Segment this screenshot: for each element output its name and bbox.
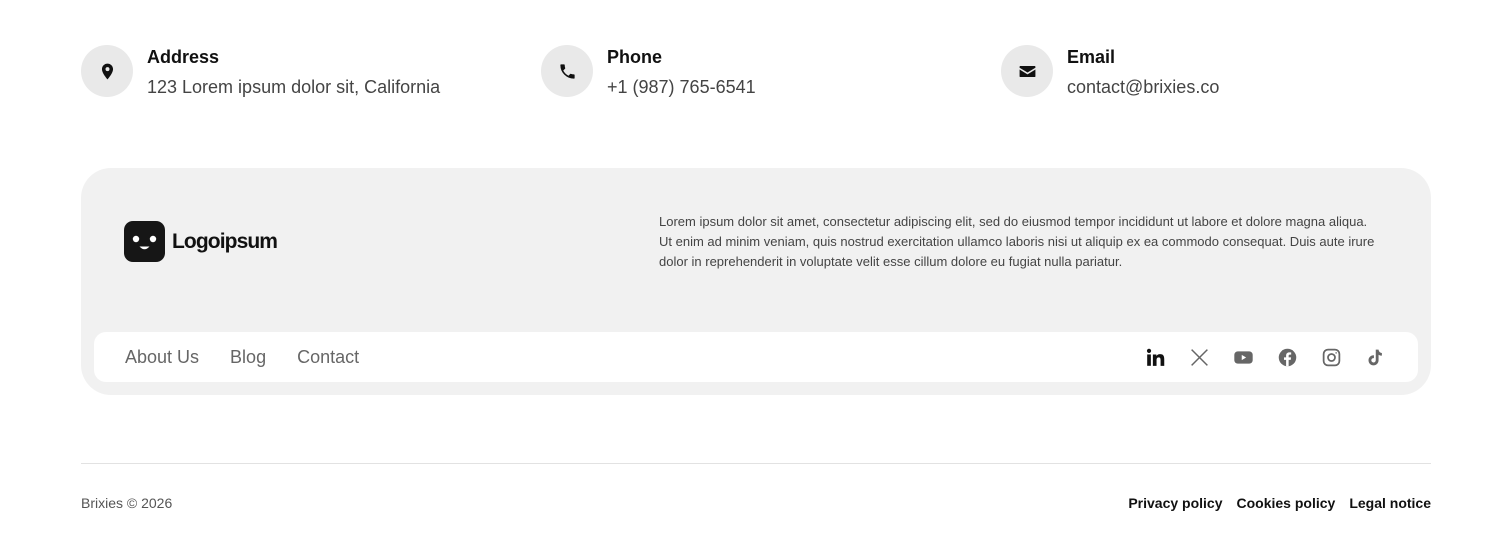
contact-email: Email contact@brixies.co	[1001, 45, 1219, 97]
logo-mark-icon	[124, 221, 165, 262]
legal-links: Privacy policy Cookies policy Legal noti…	[1114, 494, 1431, 512]
footer-card: Logoipsum Lorem ipsum dolor sit amet, co…	[81, 168, 1431, 395]
x-icon[interactable]	[1188, 346, 1210, 368]
contact-phone: Phone +1 (987) 765-6541	[541, 45, 756, 97]
nav-link-about-us[interactable]: About Us	[125, 347, 199, 368]
tiktok-icon[interactable]	[1364, 346, 1386, 368]
logo[interactable]: Logoipsum	[124, 221, 278, 262]
map-pin-icon	[81, 45, 133, 97]
instagram-icon[interactable]	[1320, 346, 1342, 368]
contact-value[interactable]: contact@brixies.co	[1067, 76, 1219, 98]
divider	[81, 463, 1431, 464]
logo-text: Logoipsum	[172, 229, 278, 253]
phone-icon	[541, 45, 593, 97]
contact-address: Address 123 Lorem ipsum dolor sit, Calif…	[81, 45, 440, 97]
contact-label: Phone	[607, 47, 663, 67]
footer-description: Lorem ipsum dolor sit amet, consectetur …	[659, 214, 1375, 269]
contact-value: 123 Lorem ipsum dolor sit, California	[147, 77, 441, 97]
footer-nav: About Us Blog Contact	[125, 332, 390, 382]
nav-link-contact[interactable]: Contact	[297, 347, 359, 368]
contact-label: Email	[1067, 47, 1116, 67]
cookies-policy-link[interactable]: Cookies policy	[1237, 494, 1336, 512]
copyright-text: Brixies © 2026	[81, 495, 173, 511]
facebook-icon[interactable]	[1276, 346, 1298, 368]
envelope-icon	[1001, 45, 1053, 97]
contact-value[interactable]: +1 (987) 765-6541	[607, 76, 756, 98]
privacy-policy-link[interactable]: Privacy policy	[1128, 494, 1222, 512]
linkedin-icon[interactable]	[1144, 346, 1166, 368]
social-links	[1122, 332, 1386, 382]
nav-link-blog[interactable]: Blog	[230, 347, 266, 368]
youtube-icon[interactable]	[1232, 346, 1254, 368]
footer-nav-bar: About Us Blog Contact	[94, 332, 1418, 382]
legal-notice-link[interactable]: Legal notice	[1349, 494, 1431, 512]
contact-label: Address	[147, 47, 220, 67]
contact-info-row: Address 123 Lorem ipsum dolor sit, Calif…	[81, 45, 1431, 97]
